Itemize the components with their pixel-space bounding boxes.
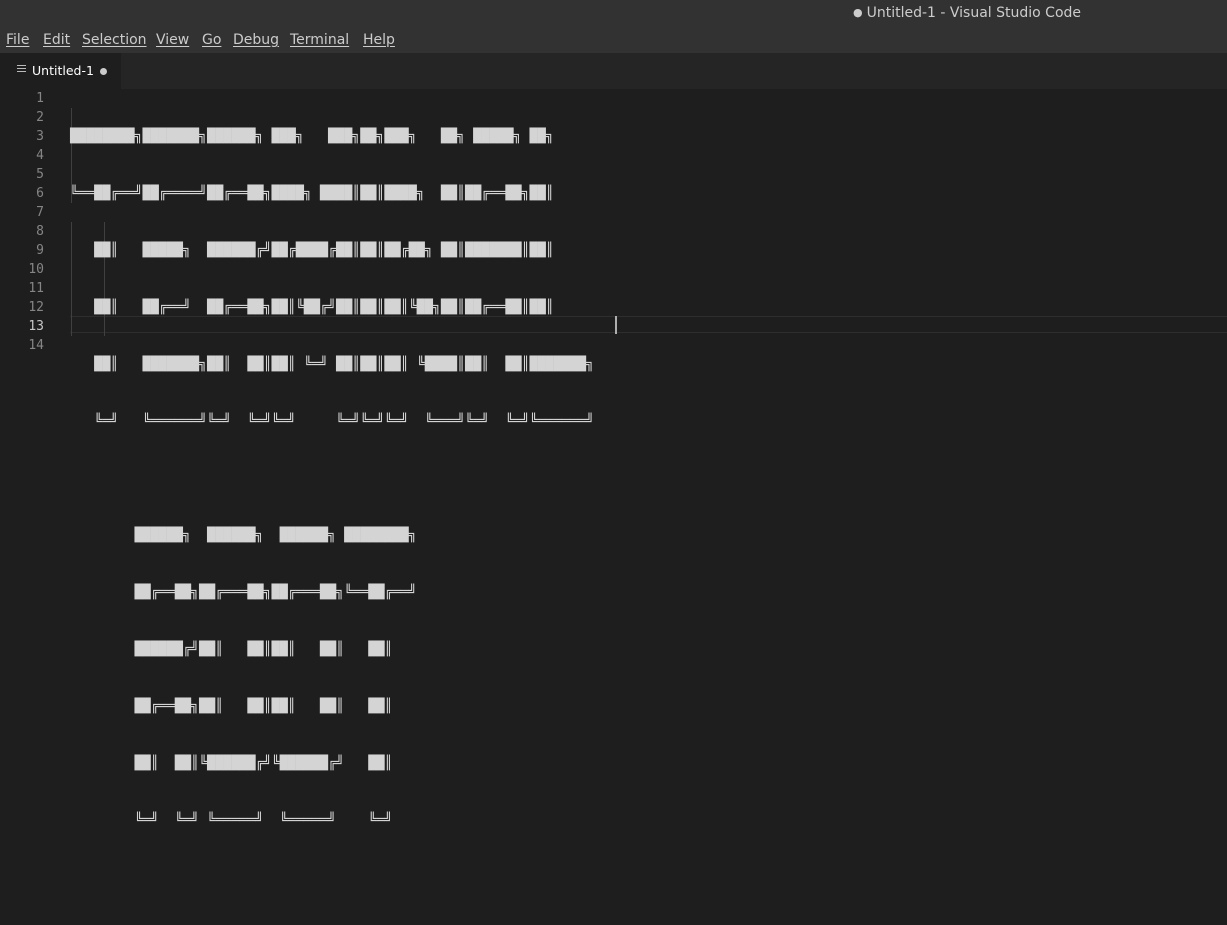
line-number: 8 xyxy=(36,224,44,239)
menu-edit[interactable]: Edit xyxy=(43,32,70,48)
dirty-indicator: ● xyxy=(853,6,863,19)
line-number: 3 xyxy=(36,129,44,144)
text-cursor xyxy=(615,316,617,334)
line-number: 1 xyxy=(36,91,44,106)
window-title: ● Untitled-1 - Visual Studio Code xyxy=(853,5,1081,21)
line-number: 11 xyxy=(28,281,44,296)
code-line: ██████╔╝██║ ██║██║ ██║ ██║ xyxy=(70,642,393,657)
menu-file[interactable]: File xyxy=(6,32,29,48)
line-number: 10 xyxy=(28,262,44,277)
file-lines-icon xyxy=(17,65,26,74)
code-line: ██║ ███████╗██║ ██║██║ ╚═╝ ██║██║██║ ╚██… xyxy=(70,357,595,372)
window-title-text: Untitled-1 - Visual Studio Code xyxy=(866,5,1082,21)
code-line: ██║ ██╔══╝ ██╔══██╗██║╚██╔╝██║██║██║╚██╗… xyxy=(70,300,554,315)
code-line: ██████╗ ██████╗ ██████╗ ████████╗ xyxy=(70,528,417,543)
line-number: 2 xyxy=(36,110,44,125)
tab-label: Untitled-1 xyxy=(32,63,94,78)
menu-go[interactable]: Go xyxy=(202,32,221,48)
code-content[interactable]: ████████╗███████╗██████╗ ███╗ ███╗██╗███… xyxy=(70,89,594,925)
tab-bar: Untitled-1 xyxy=(0,53,1227,89)
menu-view[interactable]: View xyxy=(156,32,189,48)
line-number: 4 xyxy=(36,148,44,163)
line-number: 14 xyxy=(28,338,44,353)
menu-debug[interactable]: Debug xyxy=(233,32,279,48)
tab-untitled-1[interactable]: Untitled-1 xyxy=(0,53,121,89)
menu-help[interactable]: Help xyxy=(363,32,395,48)
editor-area[interactable]: 1 2 3 4 5 6 7 8 9 10 11 12 13 14 ███████… xyxy=(0,89,1227,828)
code-line: ██║ ██║╚██████╔╝╚██████╔╝ ██║ xyxy=(70,756,393,771)
code-line: ██╔══██╗██╔═══██╗██╔═══██╗╚══██╔══╝ xyxy=(70,585,417,600)
title-bar: ● Untitled-1 - Visual Studio Code xyxy=(0,0,1227,28)
code-line: ╚══██╔══╝██╔════╝██╔══██╗████╗ ████║██║█… xyxy=(70,186,554,201)
code-line: ██╔══██╗██║ ██║██║ ██║ ██║ xyxy=(70,699,393,714)
line-number: 9 xyxy=(36,243,44,258)
code-line: ╚═╝ ╚══════╝╚═╝ ╚═╝╚═╝ ╚═╝╚═╝╚═╝ ╚═══╝╚═… xyxy=(70,414,595,429)
menu-selection[interactable]: Selection xyxy=(82,32,147,48)
line-number: 7 xyxy=(36,205,44,220)
line-number-active: 13 xyxy=(28,319,44,334)
menu-terminal[interactable]: Terminal xyxy=(290,32,349,48)
line-number: 6 xyxy=(36,186,44,201)
line-number: 12 xyxy=(28,300,44,315)
menu-bar: File Edit Selection View Go Debug Termin… xyxy=(0,28,1227,53)
code-line: ╚═╝ ╚═╝ ╚═════╝ ╚═════╝ ╚═╝ xyxy=(70,813,393,828)
unsaved-dot-icon[interactable] xyxy=(100,68,107,75)
code-line: ██║ █████╗ ██████╔╝██╔████╔██║██║██╔██╗ … xyxy=(70,243,554,258)
line-number: 5 xyxy=(36,167,44,182)
code-line: ████████╗███████╗██████╗ ███╗ ███╗██╗███… xyxy=(70,129,554,144)
